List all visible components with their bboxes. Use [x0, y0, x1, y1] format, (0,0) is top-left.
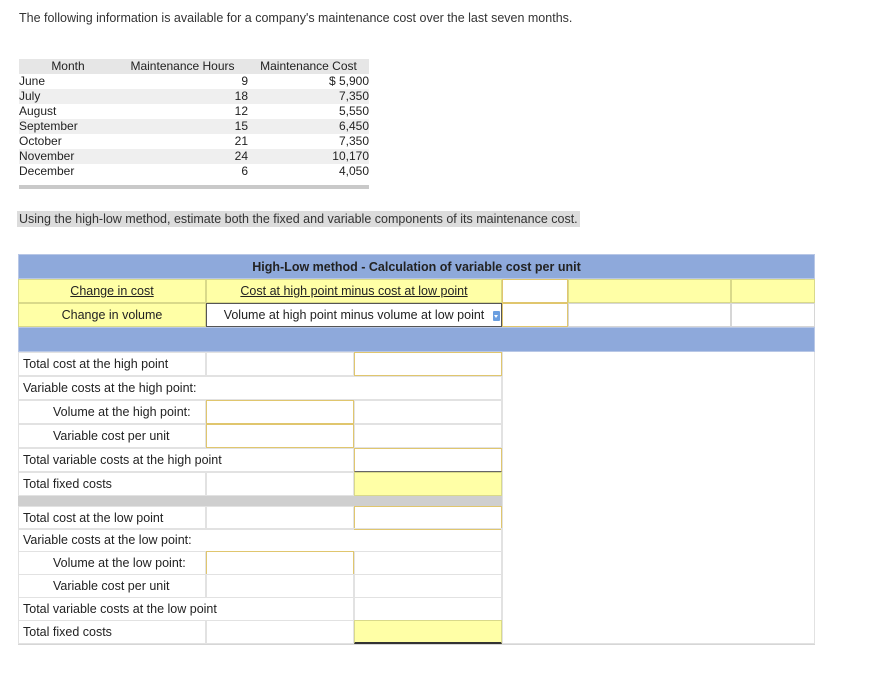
table-row: November 24 10,170	[19, 149, 369, 164]
high-var-cost-per-unit-input[interactable]	[206, 424, 354, 448]
high-blank-cell	[206, 352, 354, 376]
table-divider	[19, 185, 369, 189]
chevron-down-icon[interactable]	[493, 311, 500, 321]
table-row: June 9 $ 5,900	[19, 74, 369, 89]
low-blank-cell	[206, 620, 354, 644]
high-variable-costs-label: Variable costs at the high point:	[18, 376, 502, 400]
low-blank-cell	[354, 574, 502, 598]
high-var-cost-per-unit-label: Variable cost per unit	[18, 424, 206, 448]
low-volume-label: Volume at the low point:	[18, 551, 206, 575]
high-total-cost-row: Total cost at the high point	[18, 352, 502, 376]
section-band	[18, 327, 815, 352]
month-cell: November	[19, 149, 117, 164]
high-low-worksheet: High-Low method - Calculation of variabl…	[18, 254, 815, 674]
low-var-cost-per-unit-input[interactable]	[206, 574, 354, 598]
hours-cell: 12	[234, 104, 248, 118]
low-blank-cell	[354, 551, 502, 575]
low-total-fixed-label: Total fixed costs	[18, 620, 206, 644]
header-month: Month	[19, 59, 117, 74]
month-cell: October	[19, 134, 62, 148]
change-in-cost-extra[interactable]	[731, 279, 815, 303]
high-volume-input[interactable]	[206, 400, 354, 424]
low-total-variable-row: Total variable costs at the low point	[18, 597, 502, 621]
high-blank-cell	[354, 424, 502, 448]
high-total-cost-label: Total cost at the high point	[18, 352, 206, 376]
calc-section: Total cost at the high point Variable co…	[18, 352, 815, 674]
hours-cell: 15	[117, 119, 248, 134]
high-total-fixed-row: Total fixed costs	[18, 472, 502, 496]
month-cell: December	[19, 164, 75, 178]
low-blank-cell	[206, 506, 354, 530]
low-total-fixed-row: Total fixed costs	[18, 620, 502, 644]
high-total-variable-input[interactable]	[354, 448, 502, 472]
low-total-variable-label: Total variable costs at the low point	[18, 597, 354, 621]
hours-cell: 6	[241, 164, 248, 178]
cost-cell: $ 5,900	[328, 74, 369, 88]
table-row: August 12 5,550	[19, 104, 369, 119]
cost-cell: 7,350	[338, 134, 369, 148]
high-var-cost-per-unit-row: Variable cost per unit	[18, 424, 502, 448]
low-var-cost-per-unit-row: Variable cost per unit	[18, 574, 502, 598]
low-total-fixed-input[interactable]	[354, 620, 502, 644]
change-in-cost-input[interactable]	[502, 279, 568, 303]
worksheet-bottom-border	[18, 644, 815, 645]
cost-cell: 4,050	[338, 164, 369, 178]
change-in-volume-result[interactable]	[568, 303, 731, 327]
high-total-variable-row: Total variable costs at the high point	[18, 448, 502, 472]
intro-text: The following information is available f…	[19, 11, 573, 25]
question-text: Using the high-low method, estimate both…	[17, 211, 580, 227]
worksheet-right-frame	[502, 352, 815, 644]
change-in-volume-value: Volume at high point minus volume at low…	[223, 308, 485, 322]
cost-cell: 6,450	[248, 119, 369, 134]
cost-cell: 5,550	[338, 104, 369, 118]
table-row: December 6 4,050	[19, 164, 369, 179]
low-total-variable-input[interactable]	[354, 597, 502, 621]
high-variable-costs-row: Variable costs at the high point:	[18, 376, 502, 400]
hours-cell: 24	[117, 149, 248, 164]
table-row: September 15 6,450	[19, 119, 369, 134]
month-cell: August	[19, 104, 57, 118]
change-in-cost-value: Cost at high point minus cost at low poi…	[206, 279, 502, 303]
cost-cell: 10,170	[248, 149, 369, 164]
worksheet-title: High-Low method - Calculation of variabl…	[18, 254, 815, 279]
high-total-cost-input[interactable]	[354, 352, 502, 376]
low-volume-input[interactable]	[206, 551, 354, 575]
maintenance-data-table: Month Maintenance Hours Maintenance Cost…	[19, 59, 369, 189]
low-volume-row: Volume at the low point:	[18, 551, 502, 575]
header-cost: Maintenance Cost	[248, 59, 369, 74]
change-in-volume-label: Change in volume	[18, 303, 206, 327]
table-row: October 21 7,350	[19, 134, 369, 149]
header-hours: Maintenance Hours	[117, 59, 248, 74]
low-var-cost-per-unit-label: Variable cost per unit	[18, 574, 206, 598]
high-blank-cell	[354, 400, 502, 424]
month-cell: September	[19, 119, 117, 134]
hours-cell: 9	[241, 74, 248, 88]
cost-cell: 7,350	[248, 89, 369, 104]
change-in-volume-input[interactable]	[502, 303, 568, 327]
low-variable-costs-row: Variable costs at the low point:	[18, 528, 502, 552]
section-divider	[18, 496, 502, 506]
month-cell: July	[19, 89, 117, 104]
high-total-variable-label: Total variable costs at the high point	[18, 448, 354, 472]
hours-cell: 18	[117, 89, 248, 104]
low-variable-costs-label: Variable costs at the low point:	[18, 528, 502, 552]
high-total-fixed-input[interactable]	[354, 472, 502, 496]
change-in-volume-dropdown[interactable]: Volume at high point minus volume at low…	[206, 303, 502, 327]
month-cell: June	[19, 74, 46, 88]
high-total-fixed-label: Total fixed costs	[18, 472, 206, 496]
low-total-cost-row: Total cost at the low point	[18, 506, 502, 530]
high-volume-label: Volume at the high point:	[18, 400, 206, 424]
low-total-cost-input[interactable]	[354, 506, 502, 530]
change-in-volume-extra[interactable]	[731, 303, 815, 327]
change-in-cost-result[interactable]	[568, 279, 731, 303]
change-in-volume-row: Change in volume Volume at high point mi…	[18, 303, 815, 327]
high-blank-cell	[206, 472, 354, 496]
table-row: July 18 7,350	[19, 89, 369, 104]
low-total-cost-label: Total cost at the low point	[18, 506, 206, 530]
change-in-cost-row: Change in cost Cost at high point minus …	[18, 279, 815, 303]
hours-cell: 21	[234, 134, 248, 148]
high-volume-row: Volume at the high point:	[18, 400, 502, 424]
change-in-cost-label: Change in cost	[18, 279, 206, 303]
